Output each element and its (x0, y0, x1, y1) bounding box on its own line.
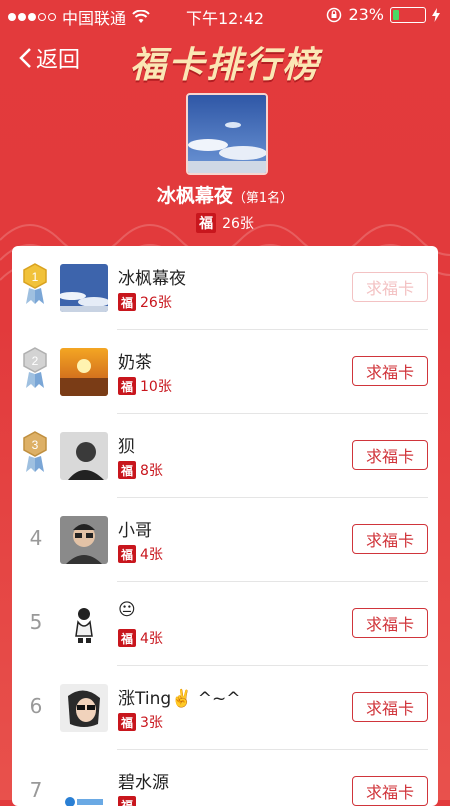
status-bar: 中国联通 下午12:42 23% (0, 0, 450, 30)
charging-bolt-icon (432, 7, 440, 22)
user-card-count: 福 26张 (118, 292, 172, 312)
ranking-row: 2 奶茶 福 10张 求福卡 (12, 330, 438, 414)
top-user-rank: （第1名） (232, 191, 294, 206)
request-card-button[interactable]: 求福卡 (352, 524, 428, 554)
fu-card-icon: 福 (118, 293, 136, 311)
request-card-button[interactable]: 求福卡 (352, 356, 428, 386)
fu-card-icon: 福 (118, 461, 136, 479)
user-avatar[interactable] (60, 768, 108, 806)
user-name: 碧水源 (118, 773, 169, 793)
user-card-count: 福 (118, 796, 140, 806)
fu-card-icon: 福 (118, 545, 136, 563)
user-avatar[interactable] (60, 348, 108, 396)
rank-number: 4 (29, 526, 43, 550)
sky-photo (188, 95, 266, 173)
page-title: 福卡排行榜 (129, 45, 320, 86)
card-count-label: 4张 (140, 631, 163, 647)
navigation-bar: 返回 福卡排行榜 (0, 32, 450, 88)
top-user-name-line: 冰枫幕夜（第1名） (0, 181, 450, 208)
fu-card-icon: 福 (118, 629, 136, 647)
card-count-label: 10张 (140, 379, 172, 395)
svg-text:2: 2 (32, 354, 39, 368)
user-card-count: 福 3张 (118, 712, 163, 732)
fu-card-icon: 福 (196, 213, 217, 233)
silver-medal-icon: 2 (23, 347, 47, 388)
fu-card-icon: 福 (118, 713, 136, 731)
user-name: 奶茶 (118, 353, 152, 373)
ranking-row: 3 狈 福 8张 求福卡 (12, 414, 438, 498)
battery-icon (390, 6, 426, 23)
top-user-name: 冰枫幕夜 (156, 185, 233, 207)
top-user-count-label: 26张 (222, 216, 254, 232)
ranking-row: 5 😐 福 4张 求福卡 (12, 582, 438, 666)
bronze-medal-icon: 3 (23, 431, 47, 472)
card-count-label: 8张 (140, 463, 163, 479)
card-count-label: 26张 (140, 295, 172, 311)
request-card-button[interactable]: 求福卡 (352, 608, 428, 638)
user-card-count: 福 10张 (118, 376, 172, 396)
ranking-row: 1 冰枫幕夜 福 26张 求福卡 (12, 246, 438, 330)
user-name: 😐 (118, 600, 136, 620)
user-name: 狈 (118, 437, 135, 457)
fu-card-icon: 福 (118, 796, 136, 806)
user-name: 冰枫幕夜 (118, 269, 186, 289)
card-count-label: 4张 (140, 547, 163, 563)
user-card-count: 福 4张 (118, 628, 163, 648)
ranking-row: 7 碧水源 福 求福卡 (12, 750, 438, 806)
user-card-count: 福 8张 (118, 460, 163, 480)
battery-percent: 23% (348, 5, 384, 24)
rank-number: 5 (29, 610, 43, 634)
svg-text:1: 1 (32, 270, 39, 284)
user-avatar[interactable] (60, 432, 108, 480)
gold-medal-icon: 1 (23, 263, 47, 304)
rank-number: 6 (29, 694, 43, 718)
top-user-avatar[interactable] (186, 93, 268, 175)
ranking-row: 4 小哥 福 4张 求福卡 (12, 498, 438, 582)
user-avatar[interactable] (60, 600, 108, 648)
user-avatar[interactable] (60, 684, 108, 732)
user-name: 涨Ting✌️ ^~^ (118, 689, 241, 709)
request-card-button[interactable]: 求福卡 (352, 776, 428, 806)
svg-text:3: 3 (32, 438, 39, 452)
card-count-label: 3张 (140, 715, 163, 731)
request-card-button[interactable]: 求福卡 (352, 692, 428, 722)
ranking-list: 1 冰枫幕夜 福 26张 求福卡 2 奶茶 福 10张 求福卡 3 狈 福 8张… (12, 246, 438, 806)
user-name: 小哥 (118, 521, 152, 541)
user-avatar[interactable] (60, 516, 108, 564)
fu-card-icon: 福 (118, 377, 136, 395)
request-card-button[interactable]: 求福卡 (352, 272, 428, 302)
rotation-lock-icon (327, 7, 342, 22)
request-card-button[interactable]: 求福卡 (352, 440, 428, 470)
ranking-row: 6 涨Ting✌️ ^~^ 福 3张 求福卡 (12, 666, 438, 750)
top-user-count: 福 26张 (0, 213, 450, 233)
user-avatar[interactable] (60, 264, 108, 312)
rank-number: 7 (29, 778, 43, 802)
user-card-count: 福 4张 (118, 544, 163, 564)
